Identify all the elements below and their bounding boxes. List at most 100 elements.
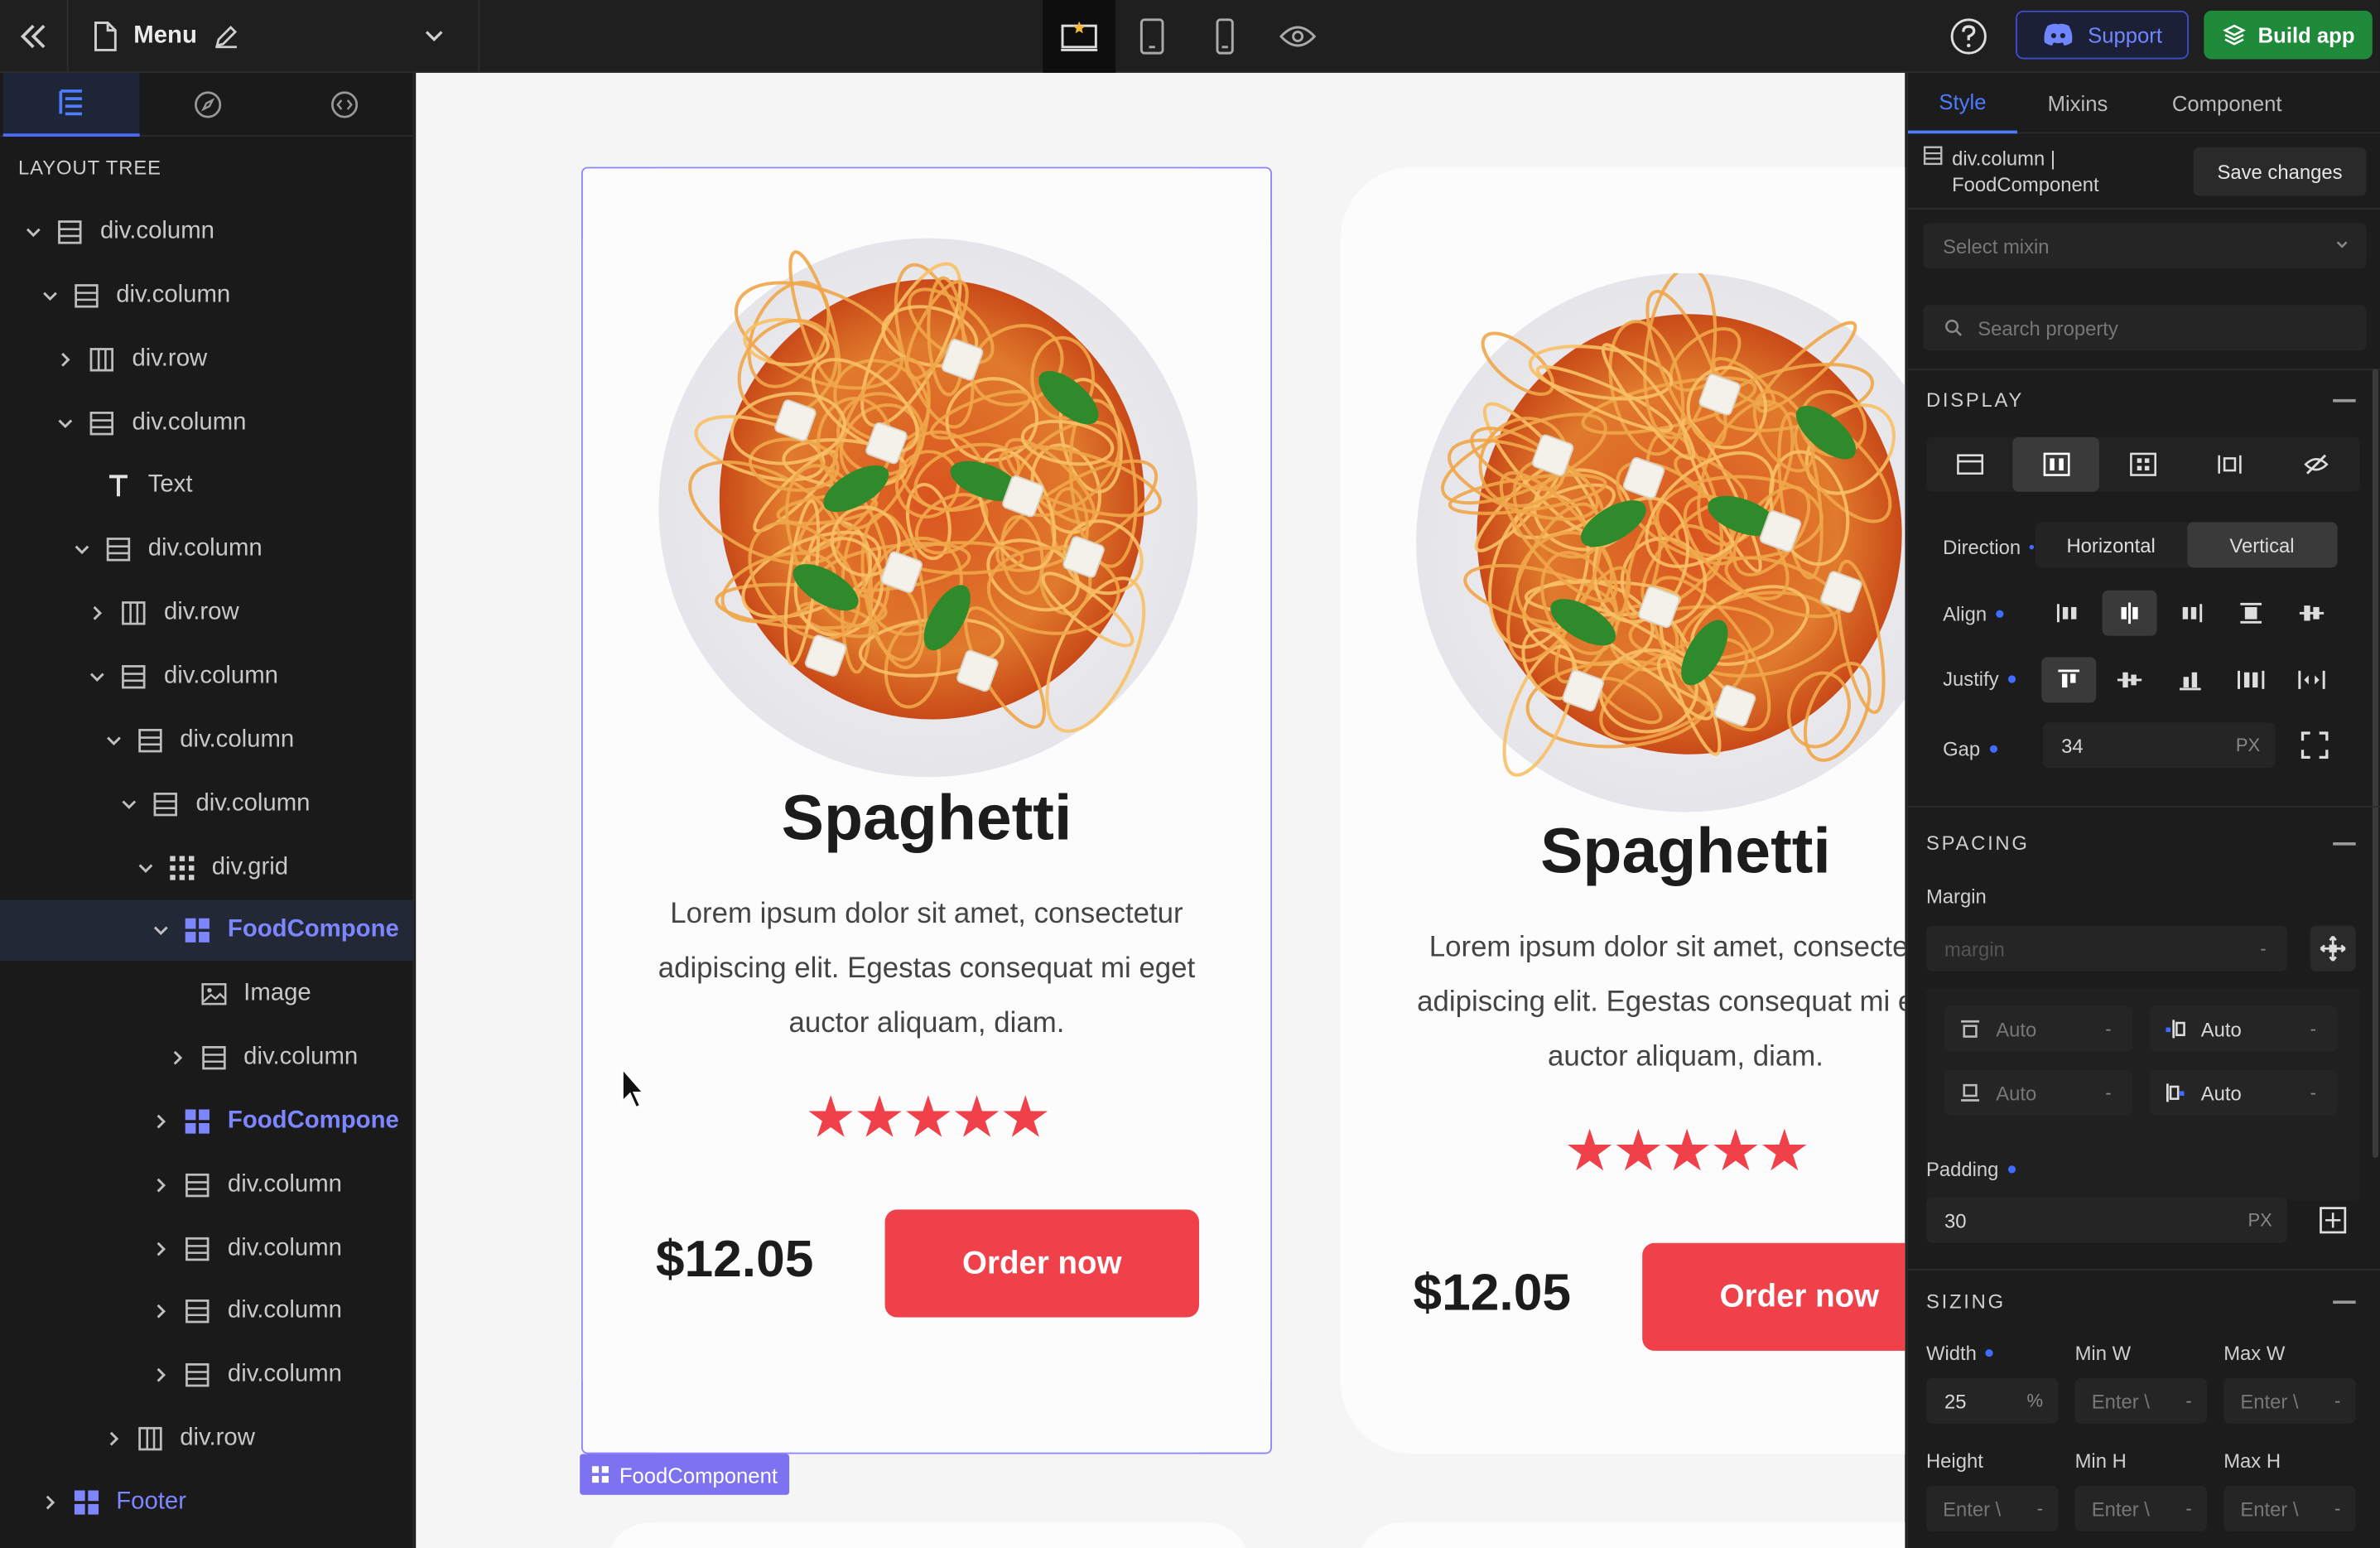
- align-end-icon[interactable]: [2163, 591, 2218, 636]
- padding-input[interactable]: 30 PX: [1925, 1197, 2288, 1243]
- mixin-select[interactable]: Select mixin: [1923, 223, 2367, 269]
- tree-node[interactable]: div.column: [0, 1281, 413, 1342]
- tree-node-footer[interactable]: Footer: [0, 1472, 413, 1532]
- direction-horizontal[interactable]: Horizontal: [2036, 522, 2186, 567]
- build-app-button[interactable]: Build app: [2204, 10, 2373, 60]
- tab-compass[interactable]: [140, 73, 277, 137]
- tree-node[interactable]: div.column: [0, 393, 413, 453]
- tree-node[interactable]: div.column: [0, 265, 413, 326]
- chevron-down-icon[interactable]: [85, 664, 109, 688]
- chevron-right-icon[interactable]: [149, 1300, 173, 1324]
- tree-node-component[interactable]: FoodCompone: [0, 900, 413, 962]
- selected-component-tag[interactable]: FoodComponent: [580, 1454, 790, 1495]
- help-icon[interactable]: [1949, 17, 1988, 56]
- chevron-down-icon[interactable]: [419, 22, 450, 52]
- tree-node[interactable]: div.column: [0, 519, 413, 580]
- tree-node[interactable]: div.column: [0, 1028, 413, 1088]
- width-input[interactable]: 25 %: [1925, 1377, 2059, 1424]
- align-center-icon[interactable]: [2102, 590, 2157, 636]
- chevron-down-icon[interactable]: [69, 538, 93, 562]
- max-width-input[interactable]: Enter \ -: [2223, 1377, 2356, 1424]
- gap-input[interactable]: 34 PX: [2043, 722, 2276, 769]
- mobile-view-icon[interactable]: [1188, 0, 1261, 73]
- chevron-right-icon[interactable]: [149, 1237, 173, 1261]
- margin-expand-icon[interactable]: [2310, 925, 2356, 972]
- max-height-input[interactable]: Enter \ -: [2223, 1485, 2356, 1531]
- tree-node[interactable]: div.column: [0, 202, 413, 263]
- chevron-down-icon[interactable]: [132, 856, 157, 880]
- search-property-input[interactable]: Search property: [1923, 305, 2367, 351]
- tree-node[interactable]: div.column: [0, 710, 413, 770]
- margin-top-input[interactable]: Auto -: [1944, 1005, 2133, 1052]
- collapse-sizing-icon[interactable]: [2333, 1300, 2356, 1304]
- align-start-icon[interactable]: [2041, 591, 2096, 636]
- align-stretch-icon[interactable]: [2223, 591, 2278, 636]
- height-input[interactable]: Enter \ -: [1925, 1485, 2059, 1531]
- justify-start-icon[interactable]: [2041, 657, 2097, 703]
- order-now-button[interactable]: Order now: [884, 1209, 1199, 1318]
- display-none-icon[interactable]: [2273, 437, 2360, 492]
- tree-node[interactable]: div.row: [0, 583, 413, 644]
- chevron-right-icon[interactable]: [101, 1427, 125, 1451]
- food-card[interactable]: Spaghetti Lorem ipsum dolor sit amet, co…: [1340, 166, 1905, 1454]
- chevron-down-icon[interactable]: [22, 220, 46, 244]
- chevron-right-icon[interactable]: [149, 1173, 173, 1197]
- tab-style[interactable]: Style: [1907, 73, 2017, 134]
- tab-mixins[interactable]: Mixins: [2048, 73, 2108, 133]
- chevron-right-icon[interactable]: [85, 601, 109, 625]
- padding-expand-icon[interactable]: [2318, 1205, 2349, 1236]
- save-changes-button[interactable]: Save changes: [2193, 147, 2367, 196]
- chevron-right-icon[interactable]: [149, 1363, 173, 1387]
- tab-layers[interactable]: [2, 72, 140, 137]
- chevron-right-icon[interactable]: [149, 1109, 173, 1133]
- food-card-partial[interactable]: [1356, 1521, 1905, 1548]
- tablet-view-icon[interactable]: [1115, 0, 1188, 73]
- chevron-down-icon[interactable]: [101, 728, 125, 752]
- tree-node[interactable]: div.column: [0, 1218, 413, 1279]
- margin-left-input[interactable]: Auto -: [2149, 1069, 2338, 1116]
- margin-input[interactable]: margin -: [1925, 925, 2288, 972]
- chevron-down-icon[interactable]: [117, 792, 141, 816]
- chevron-down-icon[interactable]: [149, 919, 173, 943]
- tree-node[interactable]: div.column: [0, 1345, 413, 1406]
- chevron-right-icon[interactable]: [53, 347, 77, 371]
- min-width-input[interactable]: Enter \ -: [2074, 1377, 2208, 1424]
- food-card-partial[interactable]: [605, 1521, 1251, 1548]
- tree-node[interactable]: Text: [0, 456, 413, 516]
- direction-vertical[interactable]: Vertical: [2186, 522, 2338, 568]
- tab-component[interactable]: Component: [2172, 73, 2282, 133]
- desktop-view-icon[interactable]: [1043, 0, 1116, 73]
- tree-node-component[interactable]: FoodCompone: [0, 1091, 413, 1151]
- display-grid-icon[interactable]: [2100, 437, 2187, 492]
- support-button[interactable]: Support: [2016, 10, 2190, 60]
- page-selector[interactable]: Menu: [91, 15, 239, 57]
- justify-around-icon[interactable]: [2285, 657, 2339, 702]
- expand-gap-icon[interactable]: [2300, 730, 2330, 760]
- collapse-display-icon[interactable]: [2333, 398, 2356, 403]
- justify-end-icon[interactable]: [2163, 657, 2218, 702]
- chevron-right-icon[interactable]: [37, 1490, 61, 1514]
- tree-node[interactable]: Image: [0, 964, 413, 1025]
- justify-between-icon[interactable]: [2223, 657, 2278, 702]
- display-block-icon[interactable]: [1926, 437, 2013, 492]
- chevron-right-icon[interactable]: [165, 1046, 189, 1070]
- margin-bottom-input[interactable]: Auto -: [1944, 1069, 2133, 1116]
- justify-center-icon[interactable]: [2103, 657, 2157, 702]
- preview-eye-icon[interactable]: [1261, 0, 1334, 73]
- tree-node[interactable]: div.grid: [0, 837, 413, 898]
- tree-node[interactable]: div.row: [0, 1409, 413, 1469]
- tree-node[interactable]: div.column: [0, 774, 413, 834]
- display-flex-icon[interactable]: [2012, 436, 2100, 492]
- design-canvas[interactable]: Spaghetti Lorem ipsum dolor sit amet, co…: [416, 72, 1905, 1548]
- margin-right-input[interactable]: Auto -: [2149, 1005, 2338, 1052]
- collapse-spacing-icon[interactable]: [2333, 842, 2356, 846]
- order-now-button[interactable]: Order now: [1642, 1242, 1905, 1351]
- collapse-back-icon[interactable]: [12, 15, 55, 57]
- chevron-down-icon[interactable]: [53, 411, 77, 435]
- tree-node[interactable]: div.column: [0, 646, 413, 706]
- food-card[interactable]: Spaghetti Lorem ipsum dolor sit amet, co…: [581, 166, 1272, 1454]
- chevron-down-icon[interactable]: [37, 283, 61, 307]
- edit-icon[interactable]: [212, 22, 239, 50]
- align-baseline-icon[interactable]: [2285, 591, 2339, 636]
- min-height-input[interactable]: Enter \ -: [2074, 1485, 2208, 1531]
